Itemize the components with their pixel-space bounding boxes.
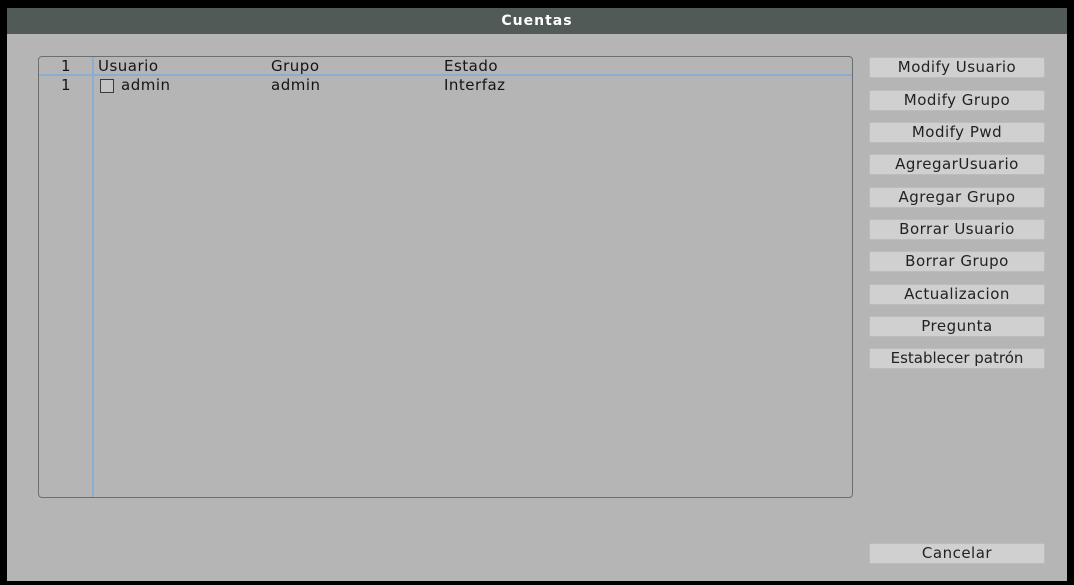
column-divider [92, 57, 94, 497]
row-checkbox[interactable] [100, 79, 114, 93]
question-button[interactable]: Pregunta [869, 316, 1045, 337]
window-title: Cuentas [7, 8, 1067, 34]
header-group[interactable]: Grupo [271, 57, 320, 75]
add-group-button[interactable]: Agregar Grupo [869, 187, 1045, 208]
add-user-button[interactable]: AgregarUsuario [869, 154, 1045, 175]
set-pattern-button[interactable]: Establecer patrón [869, 348, 1045, 369]
row-group: admin [271, 76, 321, 94]
accounts-window: Cuentas 1 Usuario Grupo Estado 1 admin a… [7, 8, 1067, 581]
row-user: admin [121, 76, 171, 94]
header-index: 1 [61, 57, 72, 75]
cancel-button[interactable]: Cancelar [869, 543, 1045, 564]
delete-group-button[interactable]: Borrar Grupo [869, 251, 1045, 272]
row-index: 1 [61, 76, 72, 94]
delete-user-button[interactable]: Borrar Usuario [869, 219, 1045, 240]
accounts-list[interactable]: 1 Usuario Grupo Estado 1 admin admin Int… [38, 56, 853, 498]
header-status[interactable]: Estado [444, 57, 498, 75]
update-button[interactable]: Actualizacion [869, 284, 1045, 305]
modify-group-button[interactable]: Modify Grupo [869, 90, 1045, 111]
modify-user-button[interactable]: Modify Usuario [869, 57, 1045, 78]
modify-password-button[interactable]: Modify Pwd [869, 122, 1045, 143]
header-user[interactable]: Usuario [98, 57, 159, 75]
row-status: Interfaz [444, 76, 506, 94]
